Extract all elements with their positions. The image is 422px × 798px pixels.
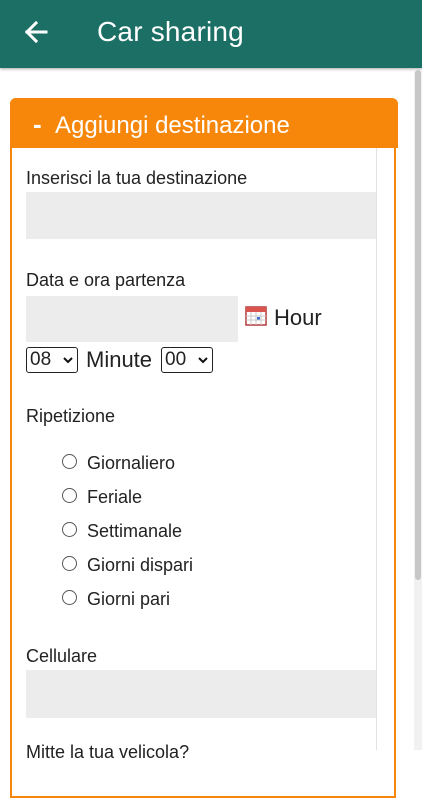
repeat-option-label[interactable]: Giorni dispari (87, 554, 193, 576)
chevron-down-icon (198, 357, 208, 364)
collapse-icon[interactable]: - (33, 111, 42, 137)
radio-button[interactable] (62, 522, 77, 537)
panel-divider (376, 148, 377, 750)
radio-button[interactable] (62, 556, 77, 571)
date-input[interactable] (26, 296, 238, 342)
destination-label: Inserisci la tua destinazione (26, 168, 248, 188)
scrollbar[interactable] (414, 70, 422, 750)
repeat-option-label[interactable]: Feriale (87, 486, 142, 508)
panel-title[interactable]: Aggiungi destinazione (55, 112, 290, 140)
hour-select-value: 08 (30, 349, 52, 370)
scrollbar-thumb[interactable] (415, 70, 421, 580)
calendar-icon[interactable] (245, 305, 267, 327)
panel-header[interactable]: - Aggiungi destinazione (10, 98, 398, 148)
phone-input[interactable] (26, 670, 376, 718)
radio-button[interactable] (62, 590, 77, 605)
chevron-down-icon (63, 357, 73, 364)
hour-label: Hour (274, 305, 322, 330)
minute-label: Minute (86, 347, 153, 372)
radio-button[interactable] (62, 488, 77, 503)
arrow-left-icon[interactable] (22, 18, 50, 46)
repeat-option-label[interactable]: Giorni pari (87, 588, 170, 610)
app-title: Car sharing (97, 16, 244, 47)
minute-select[interactable]: 00 (161, 347, 213, 373)
datetime-label: Data e ora partenza (26, 270, 186, 290)
app-bar: Car sharing (0, 0, 422, 68)
minute-select-value: 00 (165, 349, 187, 370)
phone-label: Cellulare (26, 646, 98, 666)
next-field-label: Mitte la tua velicola? (26, 742, 190, 762)
repeat-option-label[interactable]: Giornaliero (87, 452, 175, 474)
radio-button[interactable] (62, 454, 77, 469)
hour-select[interactable]: 08 (26, 347, 78, 373)
destination-input[interactable] (26, 192, 376, 239)
repeat-option-label[interactable]: Settimanale (87, 520, 182, 542)
repeat-label: Ripetizione (26, 406, 116, 426)
